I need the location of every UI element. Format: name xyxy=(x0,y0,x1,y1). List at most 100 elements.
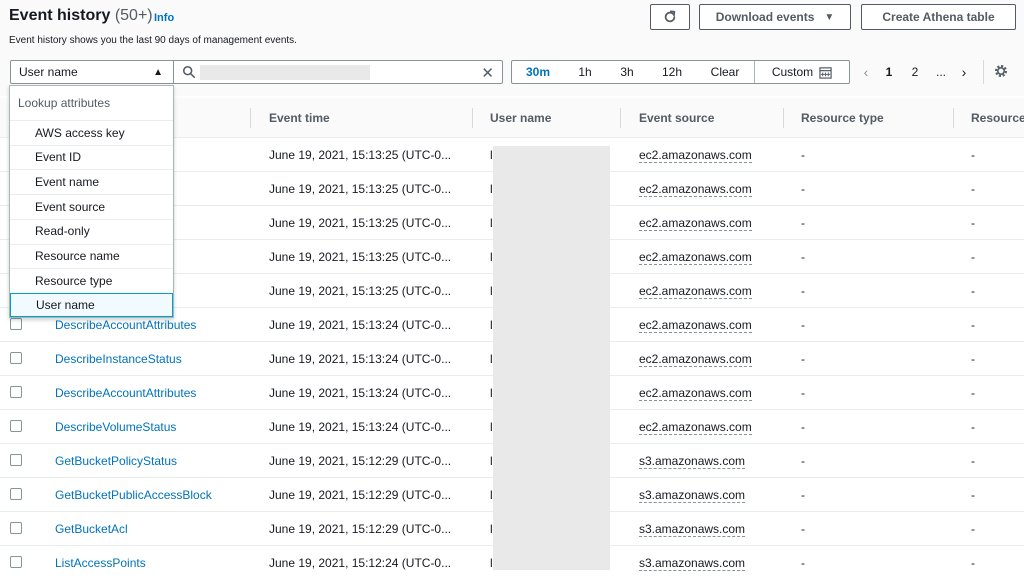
dropdown-option[interactable]: Read-only xyxy=(10,218,173,243)
search-input[interactable]: ✕ xyxy=(174,60,503,84)
event-time: June 19, 2021, 15:13:24 (UTC-0... xyxy=(269,386,452,400)
dropdown-option[interactable]: Resource type xyxy=(10,268,173,292)
resource-type: - xyxy=(801,454,805,468)
event-source-text: ec2.amazonaws.com xyxy=(639,147,752,163)
range-custom-label: Custom xyxy=(771,65,814,79)
event-source: s3.amazonaws.com xyxy=(639,546,746,578)
download-events-label: Download events xyxy=(715,10,815,24)
event-name-link[interactable]: DescribeInstanceStatus xyxy=(55,342,182,376)
page-1[interactable]: 1 xyxy=(876,65,902,79)
column-divider xyxy=(783,108,784,128)
resource-type: - xyxy=(801,148,805,162)
range-custom[interactable]: Custom xyxy=(755,61,849,83)
resource: - xyxy=(971,284,975,298)
row-checkbox[interactable] xyxy=(10,488,22,500)
resource: - xyxy=(971,386,975,400)
event-source: ec2.amazonaws.com xyxy=(639,138,752,172)
column-user-name[interactable]: User name xyxy=(490,98,551,138)
column-event-time[interactable]: Event time xyxy=(269,98,330,138)
download-events-button[interactable]: Download events ▼ xyxy=(699,4,851,30)
range-3h[interactable]: 3h xyxy=(606,61,648,83)
resource: - xyxy=(971,182,975,196)
event-name-link[interactable]: GetBucketAcl xyxy=(55,512,128,546)
event-time: June 19, 2021, 15:13:24 (UTC-0... xyxy=(269,420,452,434)
row-checkbox[interactable] xyxy=(10,420,22,432)
dropdown-option[interactable]: Resource name xyxy=(10,243,173,268)
column-resource-type[interactable]: Resource type xyxy=(801,98,884,138)
event-source: ec2.amazonaws.com xyxy=(639,206,752,240)
event-source-text: s3.amazonaws.com xyxy=(639,555,746,571)
event-source-text: ec2.amazonaws.com xyxy=(639,419,752,435)
pagination: ‹ 1 2 ... › xyxy=(856,60,974,84)
event-time: June 19, 2021, 15:12:29 (UTC-0... xyxy=(269,522,452,536)
event-source: ec2.amazonaws.com xyxy=(639,172,752,206)
resource: - xyxy=(971,216,975,230)
event-name-link[interactable]: GetBucketPolicyStatus xyxy=(55,444,177,478)
refresh-button[interactable] xyxy=(650,4,690,30)
event-source-text: ec2.amazonaws.com xyxy=(639,385,752,401)
event-time: June 19, 2021, 15:13:25 (UTC-0... xyxy=(269,148,452,162)
gear-icon[interactable] xyxy=(993,63,1009,79)
event-source-text: ec2.amazonaws.com xyxy=(639,317,752,333)
event-source-text: ec2.amazonaws.com xyxy=(639,215,752,231)
resource: - xyxy=(971,488,975,502)
pager-divider xyxy=(983,60,984,84)
range-clear[interactable]: Clear xyxy=(696,61,754,83)
row-checkbox[interactable] xyxy=(10,522,22,534)
dropdown-option[interactable]: Event ID xyxy=(10,144,173,169)
dropdown-option[interactable]: Event name xyxy=(10,169,173,193)
page-title: Event history (50+) xyxy=(9,7,153,25)
resource: - xyxy=(971,250,975,264)
resource-type: - xyxy=(801,216,805,230)
event-time: June 19, 2021, 15:13:25 (UTC-0... xyxy=(269,216,452,230)
clear-search-icon[interactable]: ✕ xyxy=(481,64,494,82)
dropdown-option[interactable]: User name xyxy=(10,292,173,317)
column-event-source[interactable]: Event source xyxy=(639,98,714,138)
row-checkbox[interactable] xyxy=(10,556,22,568)
row-checkbox[interactable] xyxy=(10,352,22,364)
resource: - xyxy=(971,318,975,332)
dropdown-option[interactable]: AWS access key xyxy=(10,120,173,144)
refresh-icon xyxy=(664,10,676,23)
range-12h[interactable]: 12h xyxy=(648,61,696,83)
resource-type: - xyxy=(801,182,805,196)
range-1h[interactable]: 1h xyxy=(564,61,606,83)
resource: - xyxy=(971,420,975,434)
caret-up-icon: ▲ xyxy=(153,67,163,78)
create-athena-table-button[interactable]: Create Athena table xyxy=(861,4,1016,30)
resource-type: - xyxy=(801,250,805,264)
event-name-link[interactable]: DescribeAccountAttributes xyxy=(55,376,196,410)
event-source-text: ec2.amazonaws.com xyxy=(639,283,752,299)
event-source: s3.amazonaws.com xyxy=(639,444,746,478)
event-time: June 19, 2021, 15:13:25 (UTC-0... xyxy=(269,284,452,298)
column-resource[interactable]: Resource xyxy=(971,98,1024,138)
create-athena-table-label: Create Athena table xyxy=(882,10,995,24)
page-2[interactable]: 2 xyxy=(902,65,928,79)
lookup-attribute-select[interactable]: User name ▲ xyxy=(10,60,174,84)
event-name-link[interactable]: ListAccessPoints xyxy=(55,546,146,578)
event-source: ec2.amazonaws.com xyxy=(639,274,752,308)
next-page-icon[interactable]: › xyxy=(954,64,974,80)
event-source-text: s3.amazonaws.com xyxy=(639,487,746,503)
info-link[interactable]: Info xyxy=(154,12,174,24)
row-checkbox[interactable] xyxy=(10,318,22,330)
resource-type: - xyxy=(801,386,805,400)
previous-page-icon[interactable]: ‹ xyxy=(856,64,876,80)
page-ellipsis: ... xyxy=(935,65,946,79)
resource-type: - xyxy=(801,420,805,434)
column-divider xyxy=(620,108,621,128)
row-checkbox[interactable] xyxy=(10,386,22,398)
resource-type: - xyxy=(801,284,805,298)
lookup-attributes-dropdown: Lookup attributes AWS access key Event ID… xyxy=(9,85,174,318)
resource-type: - xyxy=(801,556,805,570)
event-source: ec2.amazonaws.com xyxy=(639,410,752,444)
resource: - xyxy=(971,352,975,366)
resource-type: - xyxy=(801,488,805,502)
event-name-link[interactable]: GetBucketPublicAccessBlock xyxy=(55,478,212,512)
range-30m[interactable]: 30m xyxy=(512,61,564,83)
resource-type: - xyxy=(801,318,805,332)
event-name-link[interactable]: DescribeVolumeStatus xyxy=(55,410,176,444)
dropdown-option[interactable]: Event source xyxy=(10,194,173,218)
event-count: (50+) xyxy=(114,7,153,24)
row-checkbox[interactable] xyxy=(10,454,22,466)
